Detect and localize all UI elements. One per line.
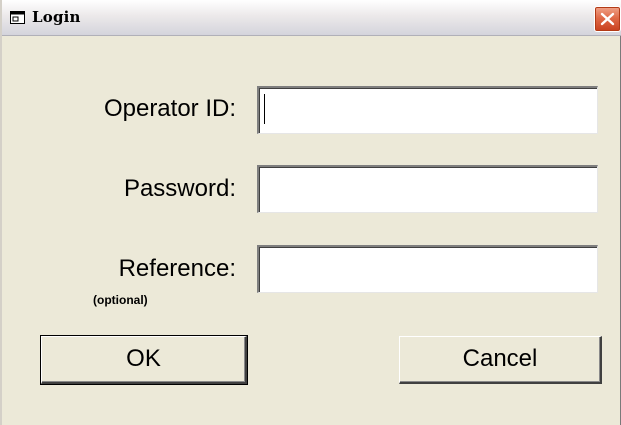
- window-title: Login: [32, 8, 81, 26]
- window-app-icon: [10, 11, 25, 24]
- cancel-button[interactable]: Cancel: [399, 336, 602, 384]
- reference-label: Reference:: [118, 255, 236, 282]
- password-label: Password:: [123, 175, 236, 202]
- login-dialog: Login Operator ID: Password: Reference: …: [0, 0, 621, 425]
- operator-id-label: Operator ID:: [103, 95, 236, 122]
- title-bar[interactable]: Login: [2, 0, 621, 36]
- reference-input[interactable]: [257, 245, 598, 293]
- text-caret: [264, 94, 265, 124]
- close-icon: [600, 12, 615, 26]
- reference-optional-hint: (optional): [93, 293, 148, 307]
- operator-id-input[interactable]: [257, 86, 598, 134]
- ok-button[interactable]: OK: [40, 335, 248, 385]
- close-button[interactable]: [594, 6, 621, 32]
- password-input[interactable]: [257, 165, 598, 213]
